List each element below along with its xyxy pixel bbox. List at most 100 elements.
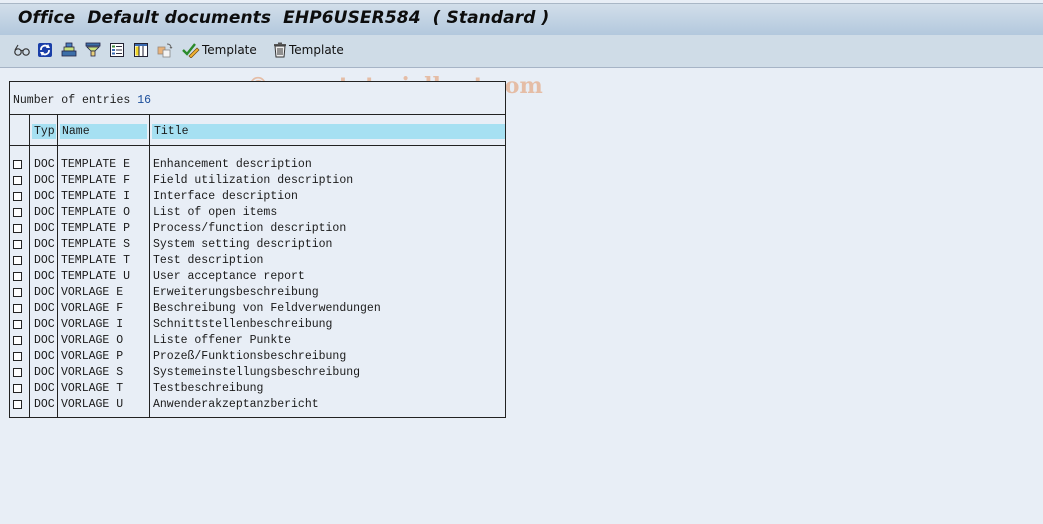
row-title: Field utilization description	[153, 174, 354, 187]
row-checkbox[interactable]	[13, 304, 22, 313]
row-type: DOC	[34, 254, 55, 267]
table-row[interactable]: DOC TEMPLATE E Enhancement description	[10, 157, 505, 173]
row-type: DOC	[34, 174, 55, 187]
filter-button[interactable]	[85, 40, 101, 60]
delete-template-button[interactable]: Template	[273, 40, 344, 60]
print-icon	[61, 42, 77, 58]
entries-count-label: Number of entries	[13, 94, 131, 107]
column-header-name[interactable]: Name	[60, 124, 147, 139]
row-type: DOC	[34, 238, 55, 251]
page-title: Office Default documents EHP6USER584 ( S…	[18, 8, 550, 28]
row-checkbox[interactable]	[13, 160, 22, 169]
trash-icon	[273, 42, 287, 58]
row-title: Anwenderakzeptanzbericht	[153, 398, 319, 411]
row-name[interactable]: VORLAGE U	[61, 397, 123, 413]
row-name[interactable]: TEMPLATE E	[61, 157, 130, 173]
table-row[interactable]: DOC VORLAGE T Testbeschreibung	[10, 381, 505, 397]
check-edit-icon	[182, 42, 200, 58]
check-template-button[interactable]: Template	[182, 40, 257, 60]
row-checkbox[interactable]	[13, 288, 22, 297]
row-type: DOC	[34, 286, 55, 299]
row-title: Liste offener Punkte	[153, 334, 292, 347]
row-name[interactable]: TEMPLATE O	[61, 205, 130, 221]
row-checkbox[interactable]	[13, 336, 22, 345]
row-title: Systemeinstellungsbeschreibung	[153, 366, 361, 379]
details-button[interactable]	[109, 40, 125, 60]
change-layout-button[interactable]	[133, 40, 149, 60]
row-type: DOC	[34, 206, 55, 219]
row-title: Beschreibung von Feldverwendungen	[153, 302, 381, 315]
row-title: Schnittstellenbeschreibung	[153, 318, 333, 331]
row-title: Interface description	[153, 190, 298, 203]
row-checkbox[interactable]	[13, 352, 22, 361]
row-checkbox[interactable]	[13, 400, 22, 409]
application-toolbar: Template Template © www.tutorialkart.com	[0, 35, 1043, 99]
table-row[interactable]: DOC TEMPLATE O List of open items	[10, 205, 505, 221]
entries-count: Number of entries 16	[10, 82, 505, 115]
column-header-title[interactable]: Title	[152, 124, 505, 139]
row-name[interactable]: VORLAGE I	[61, 317, 123, 333]
refresh-button[interactable]	[37, 40, 53, 60]
row-type: DOC	[34, 382, 55, 395]
copy-icon	[157, 42, 173, 58]
row-checkbox[interactable]	[13, 176, 22, 185]
row-name[interactable]: VORLAGE E	[61, 285, 123, 301]
row-name[interactable]: VORLAGE F	[61, 301, 123, 317]
copy-button[interactable]	[157, 40, 173, 60]
row-checkbox[interactable]	[13, 368, 22, 377]
row-title: Testbeschreibung	[153, 382, 264, 395]
row-title: List of open items	[153, 206, 278, 219]
row-checkbox[interactable]	[13, 224, 22, 233]
table-row[interactable]: DOC TEMPLATE F Field utilization descripti…	[10, 173, 505, 189]
row-name[interactable]: TEMPLATE P	[61, 221, 130, 237]
row-name[interactable]: VORLAGE O	[61, 333, 123, 349]
table-row[interactable]: DOC TEMPLATE I Interface description	[10, 189, 505, 205]
row-checkbox[interactable]	[13, 192, 22, 201]
row-checkbox[interactable]	[13, 272, 22, 281]
delete-template-label: Template	[289, 43, 344, 57]
row-checkbox[interactable]	[13, 208, 22, 217]
row-type: DOC	[34, 318, 55, 331]
row-name[interactable]: TEMPLATE F	[61, 173, 130, 189]
table-row[interactable]: DOC TEMPLATE T Test description	[10, 253, 505, 269]
column-header-typ[interactable]: Typ	[32, 124, 56, 139]
table-row[interactable]: DOC VORLAGE I Schnittstellenbeschreibung	[10, 317, 505, 333]
row-checkbox[interactable]	[13, 384, 22, 393]
glasses-icon	[13, 42, 31, 58]
row-name[interactable]: VORLAGE T	[61, 381, 123, 397]
columns-icon	[133, 42, 149, 58]
document-list: Number of entries 16 Typ Name Title DOC T…	[9, 81, 506, 418]
row-title: Prozeß/Funktionsbeschreibung	[153, 350, 347, 363]
row-checkbox[interactable]	[13, 256, 22, 265]
table-row[interactable]: DOC VORLAGE F Beschreibung von Feldverwend…	[10, 301, 505, 317]
row-title: Test description	[153, 254, 264, 267]
check-template-label: Template	[202, 43, 257, 57]
table-row[interactable]: DOC VORLAGE E Erweiterungsbeschreibung	[10, 285, 505, 301]
row-title: Erweiterungsbeschreibung	[153, 286, 319, 299]
row-checkbox[interactable]	[13, 240, 22, 249]
table-row[interactable]: DOC VORLAGE S Systemeinstellungsbeschreibu…	[10, 365, 505, 381]
table-row[interactable]: DOC VORLAGE O Liste offener Punkte	[10, 333, 505, 349]
row-name[interactable]: TEMPLATE T	[61, 253, 130, 269]
print-button[interactable]	[61, 40, 77, 60]
table-row[interactable]: DOC TEMPLATE U User acceptance report	[10, 269, 505, 285]
row-name[interactable]: TEMPLATE I	[61, 189, 130, 205]
details-list-icon	[109, 42, 125, 58]
row-checkbox[interactable]	[13, 320, 22, 329]
row-type: DOC	[34, 270, 55, 283]
row-type: DOC	[34, 302, 55, 315]
entries-count-value: 16	[137, 94, 152, 107]
table-row[interactable]: DOC VORLAGE U Anwenderakzeptanzbericht	[10, 397, 505, 413]
row-type: DOC	[34, 398, 55, 411]
table-row[interactable]: DOC VORLAGE P Prozeß/Funktionsbeschreibung	[10, 349, 505, 365]
table-row[interactable]: DOC TEMPLATE S System setting description	[10, 237, 505, 253]
row-type: DOC	[34, 190, 55, 203]
display-button[interactable]	[13, 40, 31, 60]
table-row[interactable]: DOC TEMPLATE P Process/function descriptio…	[10, 221, 505, 237]
row-name[interactable]: TEMPLATE U	[61, 269, 130, 285]
row-title: System setting description	[153, 238, 333, 251]
row-title: User acceptance report	[153, 270, 305, 283]
row-name[interactable]: VORLAGE S	[61, 365, 123, 381]
row-name[interactable]: VORLAGE P	[61, 349, 123, 365]
row-name[interactable]: TEMPLATE S	[61, 237, 130, 253]
